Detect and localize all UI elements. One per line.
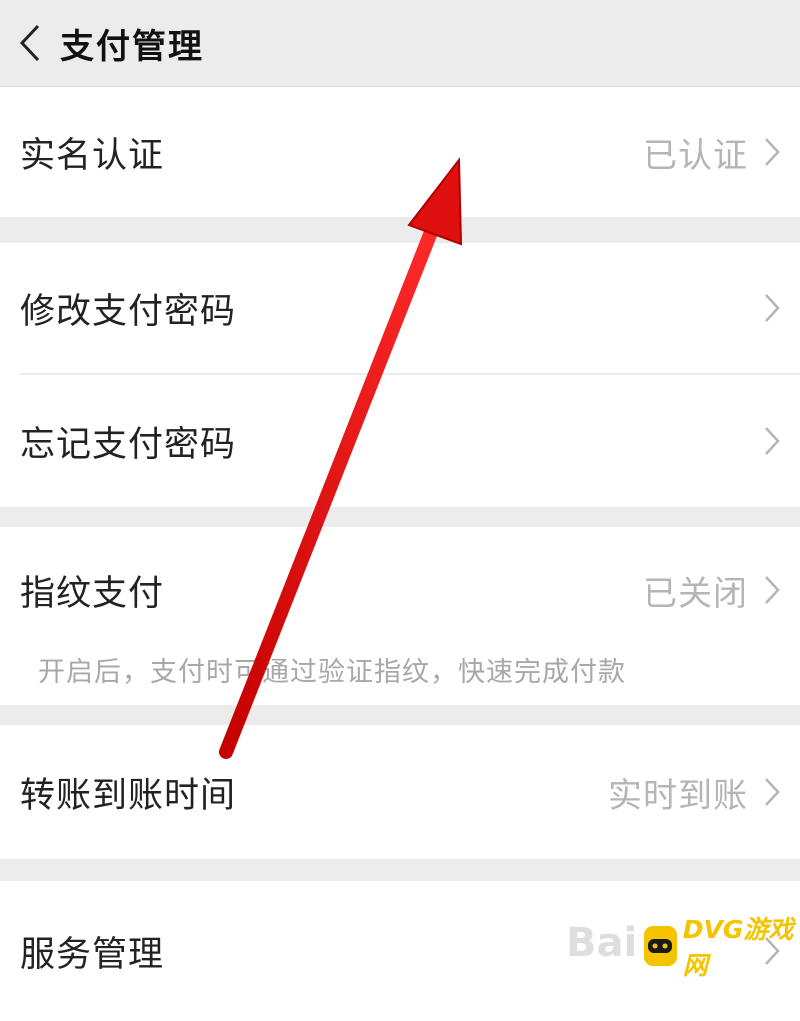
- row-label: 转账到账时间: [20, 775, 237, 816]
- row-modify-password[interactable]: 修改支付密码: [0, 243, 800, 373]
- chevron-right-icon: [765, 138, 780, 166]
- status-text: 已关闭: [643, 573, 748, 614]
- status-text: 已认证: [643, 135, 748, 176]
- chevron-left-icon: [19, 24, 40, 62]
- dvg-watermark-text: DVG游戏网: [682, 915, 794, 980]
- group-password: 修改支付密码 忘记支付密码: [0, 243, 800, 507]
- row-real-name[interactable]: 实名认证 已认证: [0, 87, 800, 217]
- row-label: 修改支付密码: [20, 291, 237, 332]
- group-fingerprint: 指纹支付 已关闭 开启后，支付时可通过验证指纹，快速完成付款: [0, 527, 800, 705]
- group-verification: 实名认证 已认证: [0, 87, 800, 217]
- group-transfer: 转账到账时间 实时到账: [0, 725, 800, 859]
- nav-bar: 支付管理: [0, 0, 800, 87]
- row-label: 忘记支付密码: [20, 424, 237, 465]
- chevron-right-icon: [765, 778, 780, 806]
- status-text: 实时到账: [608, 775, 748, 816]
- chevron-right-icon: [765, 427, 780, 455]
- chevron-right-icon: [765, 294, 780, 322]
- row-label: 服务管理: [20, 934, 165, 975]
- row-fingerprint[interactable]: 指纹支付 已关闭: [0, 527, 800, 653]
- baidu-watermark: Bai: [566, 920, 638, 966]
- chevron-right-icon: [765, 576, 780, 604]
- gamepad-icon: [644, 926, 677, 966]
- page-title: 支付管理: [60, 26, 204, 67]
- row-forget-password[interactable]: 忘记支付密码: [0, 375, 800, 507]
- back-button[interactable]: [0, 0, 60, 86]
- dvg-watermark: DVG游戏网: [644, 915, 794, 980]
- row-label: 指纹支付: [20, 573, 165, 614]
- row-transfer-time[interactable]: 转账到账时间 实时到账: [0, 725, 800, 859]
- fingerprint-description: 开启后，支付时可通过验证指纹，快速完成付款: [38, 657, 626, 688]
- row-label: 实名认证: [20, 135, 165, 176]
